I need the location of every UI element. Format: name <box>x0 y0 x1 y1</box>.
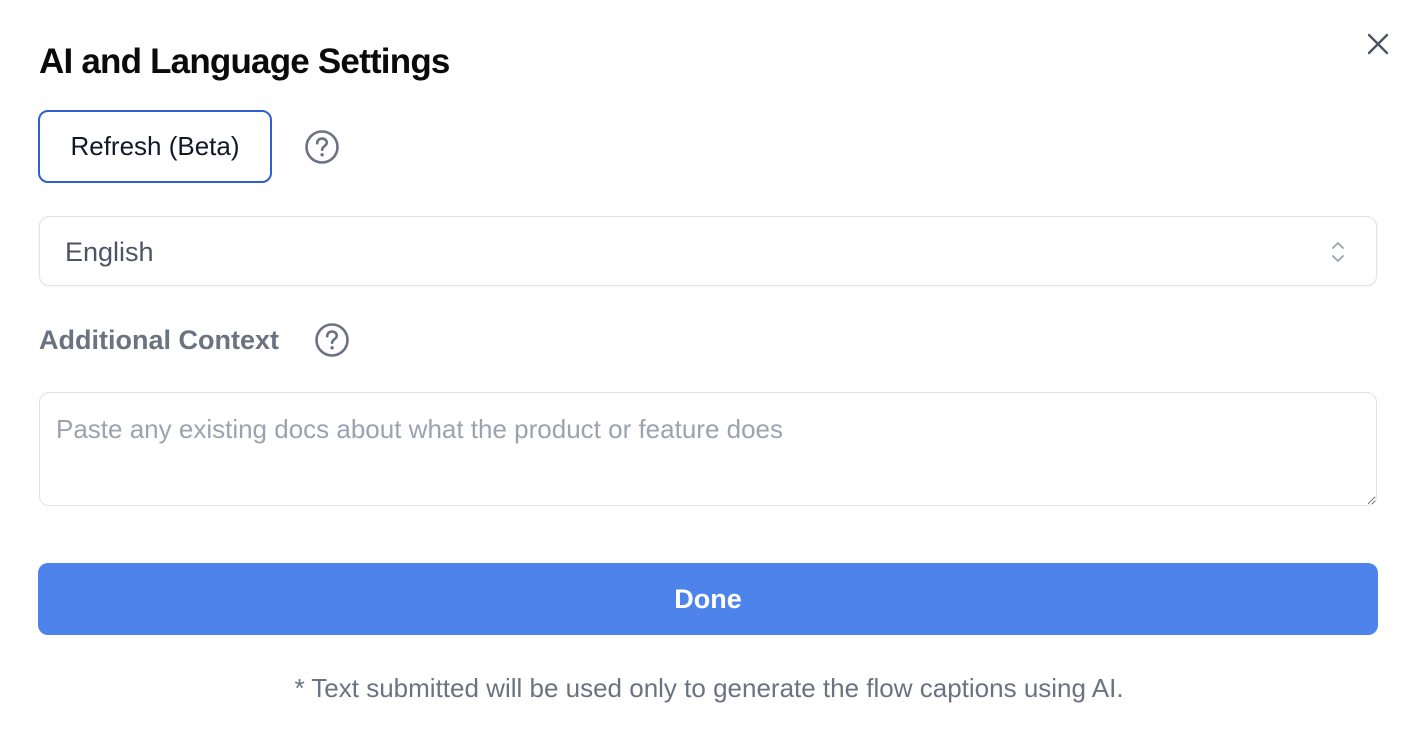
help-circle-icon <box>315 323 349 357</box>
context-help-icon[interactable] <box>314 322 350 358</box>
additional-context-label: Additional Context <box>39 325 279 355</box>
refresh-help-icon[interactable] <box>304 129 340 165</box>
additional-context-textarea[interactable] <box>39 392 1377 506</box>
chevron-up-down-icon <box>1332 242 1344 262</box>
close-button[interactable] <box>1360 26 1396 62</box>
ai-language-settings-dialog: AI and Language Settings Refresh (Beta) … <box>0 0 1418 746</box>
help-circle-icon <box>305 130 339 164</box>
language-selected-value: English <box>65 237 154 267</box>
ai-disclaimer-text: * Text submitted will be used only to ge… <box>294 673 1124 703</box>
done-button[interactable]: Done <box>38 563 1378 635</box>
dialog-title: AI and Language Settings <box>39 42 450 81</box>
language-select[interactable]: English <box>39 216 1377 286</box>
close-icon <box>1367 33 1389 55</box>
refresh-beta-button[interactable]: Refresh (Beta) <box>38 110 272 183</box>
